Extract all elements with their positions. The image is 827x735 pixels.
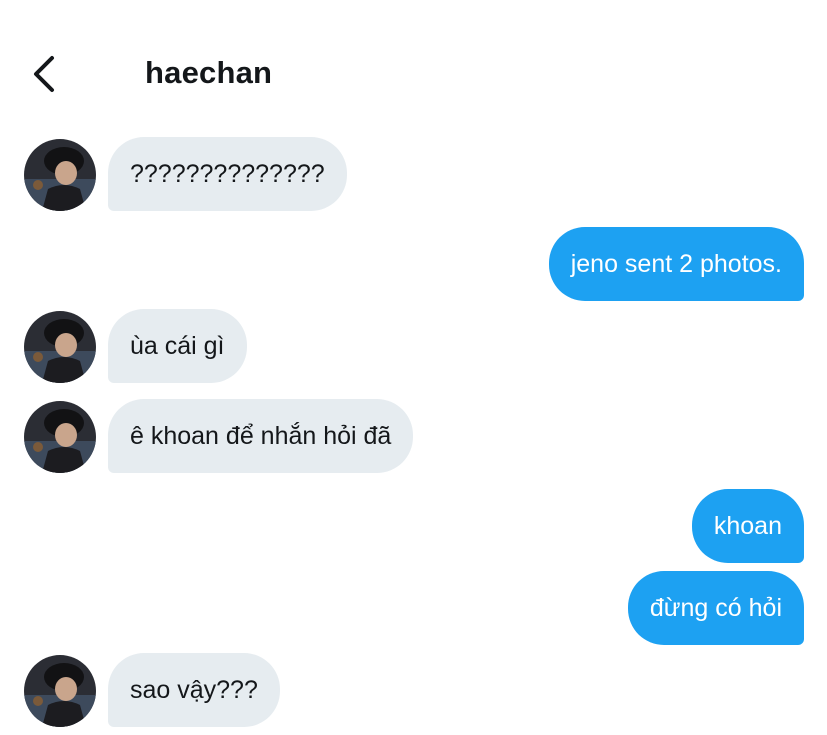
message-thread: ?????????????? jeno sent 2 photos. ùa cá… xyxy=(0,0,827,735)
avatar[interactable] xyxy=(24,655,96,727)
avatar[interactable] xyxy=(24,311,96,383)
incoming-message-bubble[interactable]: sao vậy??? xyxy=(108,653,280,727)
avatar[interactable] xyxy=(24,139,96,211)
incoming-message-bubble[interactable]: ê khoan để nhắn hỏi đã xyxy=(108,399,414,473)
outgoing-message-bubble[interactable]: jeno sent 2 photos. xyxy=(548,227,804,301)
outgoing-message-bubble[interactable]: đừng có hỏi xyxy=(627,571,804,645)
outgoing-message-bubble[interactable]: khoan xyxy=(691,489,804,563)
incoming-message-bubble[interactable]: ùa cái gì xyxy=(108,309,247,383)
incoming-message-bubble[interactable]: ?????????????? xyxy=(108,137,347,211)
avatar[interactable] xyxy=(24,401,96,473)
